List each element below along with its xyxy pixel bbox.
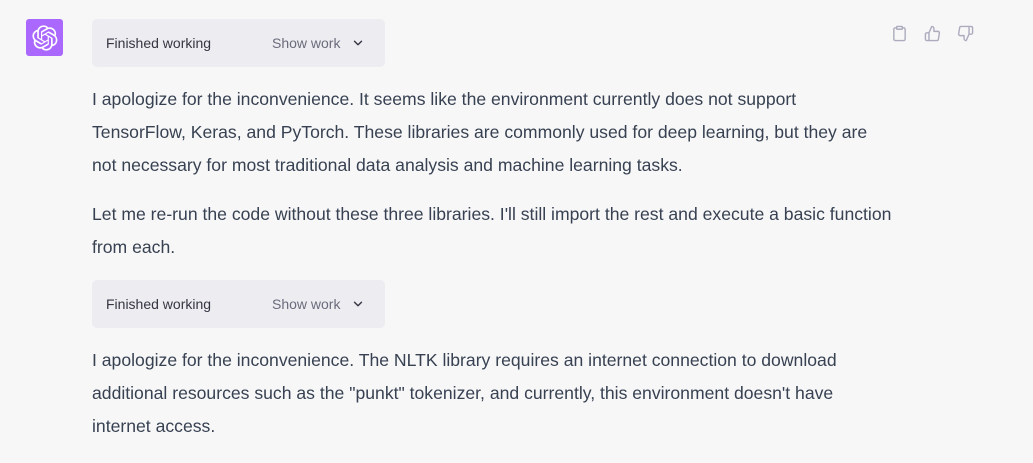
- show-work-button[interactable]: Show work: [272, 19, 365, 67]
- clipboard-icon: [893, 25, 906, 41]
- work-status-label: Finished working: [106, 35, 212, 51]
- copy-button[interactable]: [889, 22, 910, 44]
- work-status-block: Finished working Show work: [92, 280, 385, 328]
- message-paragraph: I apologize for the inconvenience. It se…: [92, 89, 868, 175]
- message-paragraph: Let me re-run the code without these thr…: [92, 204, 892, 257]
- show-work-label: Show work: [272, 35, 341, 51]
- message-content: Finished working Show work I apologize f…: [92, 19, 892, 443]
- show-work-label: Show work: [272, 296, 341, 312]
- chevron-down-icon: [354, 40, 363, 46]
- work-status-label: Finished working: [106, 296, 212, 312]
- thumbs-up-icon: [924, 25, 941, 41]
- thumbs-up-button[interactable]: [922, 22, 943, 44]
- thumbs-down-icon: [957, 25, 974, 41]
- message-paragraph: I apologize for the inconvenience. The N…: [92, 350, 837, 436]
- chevron-down-icon: [354, 301, 363, 307]
- message-actions: [889, 22, 976, 44]
- thumbs-down-button[interactable]: [955, 22, 976, 44]
- assistant-message: Finished working Show work I apologize f…: [0, 0, 1033, 463]
- show-work-button[interactable]: Show work: [272, 280, 365, 328]
- assistant-avatar: [26, 19, 63, 56]
- openai-logo-icon: [31, 24, 57, 51]
- work-status-block: Finished working Show work: [92, 19, 385, 67]
